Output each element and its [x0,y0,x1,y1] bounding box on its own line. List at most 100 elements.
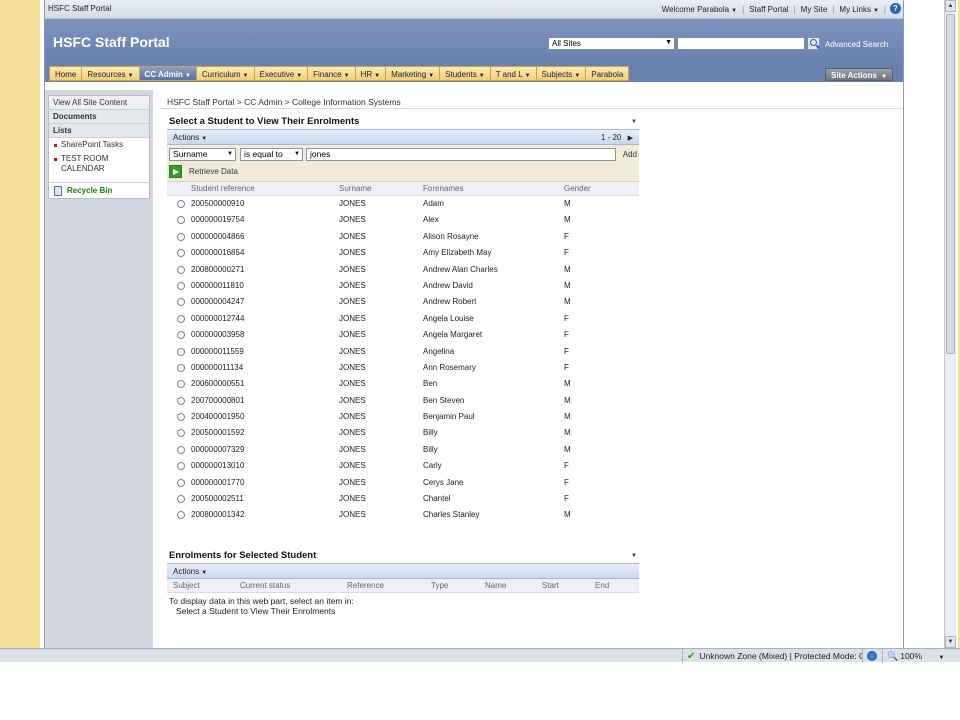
row-select-radio[interactable] [177,200,185,208]
row-select-radio[interactable] [177,413,185,422]
recycle-bin-link[interactable]: Recycle Bin [49,182,149,198]
table-row[interactable]: 000000012744 JONES Angela Louise F [167,311,639,327]
row-select-radio[interactable] [177,347,185,356]
table-row[interactable]: 200600000551 JONES Ben M [167,376,639,392]
nav-tab-cc-admin[interactable]: CC Admin ▼ [139,66,197,81]
web-part-menu-icon[interactable]: ▼ [631,114,637,130]
filter-operator-select[interactable]: is equal to ▼ [240,148,303,161]
nav-tab-students[interactable]: Students ▼ [440,66,491,81]
scroll-up-icon[interactable]: ▲ [945,0,956,12]
column-header-surname[interactable]: Surname [339,182,371,196]
table-row[interactable]: 000000013010 JONES Carly F [167,458,639,474]
row-select-radio[interactable] [177,281,185,290]
actions-menu[interactable]: Actions ▼ [173,567,207,576]
table-row[interactable]: 200500001592 JONES Billy M [167,425,639,441]
list-item-sharepoint-tasks[interactable]: SharePoint Tasks [49,138,149,152]
row-select-radio[interactable] [177,216,185,225]
nav-tab-subjects[interactable]: Subjects ▼ [536,66,587,81]
retrieve-data-link[interactable]: Retrieve Data [189,167,238,176]
row-select-radio[interactable] [177,429,185,438]
breadcrumb[interactable]: HSFC Staff Portal > CC Admin > College I… [159,95,903,109]
staff-portal-link[interactable]: Staff Portal [744,5,793,14]
nav-tab-hr[interactable]: HR ▼ [355,66,387,81]
table-row[interactable]: 000000011559 JONES Angelina F [167,344,639,360]
row-select-radio[interactable] [177,396,185,405]
table-row[interactable]: 200700000801 JONES Ben Steven M [167,393,639,409]
row-select-radio[interactable] [177,462,185,471]
row-select-radio[interactable] [177,298,185,307]
table-row[interactable]: 200500002511 JONES Chantel F [167,491,639,507]
row-select-radio[interactable] [177,380,185,389]
row-select-radio[interactable] [177,511,185,520]
table-row[interactable]: 000000011134 JONES Ann Rosemary F [167,360,639,376]
column-header-type[interactable]: Type [431,579,448,593]
welcome-menu[interactable]: Welcome Parabola ▼ [657,5,742,14]
column-header-current-status[interactable]: Current status [240,579,290,593]
nav-tab-finance[interactable]: Finance ▼ [308,66,356,81]
my-site-link[interactable]: My Site [796,5,833,14]
search-input[interactable] [677,37,805,50]
nav-tab-home[interactable]: Home [49,66,83,81]
next-page-icon[interactable]: ▶ [628,135,633,142]
list-item-test-room-calendar[interactable]: TEST ROOM CALENDAR [49,152,149,176]
nav-tab-curriculum[interactable]: Curriculum ▼ [196,66,255,81]
table-row[interactable]: 000000001770 JONES Cerys Jane F [167,475,639,491]
chevron-down-icon[interactable]: ▼ [938,655,944,661]
nav-tab-marketing[interactable]: Marketing ▼ [386,66,441,81]
table-row[interactable]: 200400001950 JONES Benjamin Paul M [167,409,639,425]
nav-tab-executive[interactable]: Executive ▼ [254,66,309,81]
documents-heading[interactable]: Documents [49,110,149,124]
site-title[interactable]: HSFC Staff Portal [53,34,170,50]
row-select-radio[interactable] [177,478,185,487]
actions-menu[interactable]: Actions ▼ [173,133,207,142]
column-header-end[interactable]: End [595,579,609,593]
row-select-radio[interactable] [177,363,185,372]
column-header-reference[interactable]: Reference [347,579,384,593]
site-actions-menu[interactable]: Site Actions ▼ [825,68,894,81]
table-row[interactable]: 000000003958 JONES Angela Margaret F [167,327,639,343]
table-row[interactable]: 000000016854 JONES Amy Elizabeth May F [167,245,639,261]
row-select-radio[interactable] [177,232,185,241]
table-row[interactable]: 000000004866 JONES Alison Rosayne F [167,229,639,245]
table-row[interactable]: 000000004247 JONES Andrew Robert M [167,294,639,310]
row-select-radio[interactable] [177,495,185,504]
help-icon[interactable]: ? [890,3,901,14]
filter-value-input[interactable]: jones [306,148,616,161]
column-header-gender[interactable]: Gender [564,182,591,196]
lists-heading[interactable]: Lists [49,124,149,138]
arrow-right-icon[interactable] [169,165,182,178]
add-filter-link[interactable]: Add [623,150,637,159]
scrollbar-thumb[interactable] [946,14,955,354]
table-row[interactable]: 200800001342 JONES Charles Stanley M [167,507,639,523]
column-header-start[interactable]: Start [542,579,559,593]
globe-status[interactable] [862,649,882,663]
row-select-radio[interactable] [177,331,185,340]
search-scope-select[interactable]: All Sites ▼ [548,37,675,50]
table-row[interactable]: 000000011810 JONES Andrew David M [167,278,639,294]
site-name[interactable]: HSFC Staff Portal [48,4,111,13]
table-row[interactable]: 200500000910 JONES Adam M [167,196,639,212]
column-header-subject[interactable]: Subject [173,579,200,593]
my-links-menu[interactable]: My Links ▼ [834,5,884,14]
web-part-menu-icon[interactable]: ▼ [631,548,637,564]
column-header-forenames[interactable]: Forenames [423,182,463,196]
row-select-radio[interactable] [177,314,185,323]
scroll-down-icon[interactable]: ▼ [945,636,956,648]
zoom-control[interactable]: 🔍 100% ▼ [882,649,960,663]
view-all-site-content-link[interactable]: View All Site Content [49,96,149,110]
search-button[interactable] [807,37,820,50]
filter-field-select[interactable]: Surname ▼ [169,148,236,161]
row-select-radio[interactable] [177,445,185,454]
column-header-student-reference[interactable]: Student reference [191,182,255,196]
nav-tab-t-and-l[interactable]: T and L ▼ [490,66,537,81]
nav-tab-parabola[interactable]: Parabola [586,66,630,81]
zone-status[interactable]: ✔ Unknown Zone (Mixed) | Protected Mode: … [682,649,862,663]
advanced-search-link[interactable]: Advanced Search [825,40,888,49]
row-select-radio[interactable] [177,249,185,258]
table-row[interactable]: 000000007329 JONES Billy M [167,442,639,458]
vertical-scrollbar[interactable]: ▲ ▼ [944,0,956,648]
nav-tab-resources[interactable]: Resources ▼ [82,66,140,81]
column-header-name[interactable]: Name [485,579,506,593]
table-row[interactable]: 200800000271 JONES Andrew Alan Charles M [167,262,639,278]
row-select-radio[interactable] [177,265,185,274]
